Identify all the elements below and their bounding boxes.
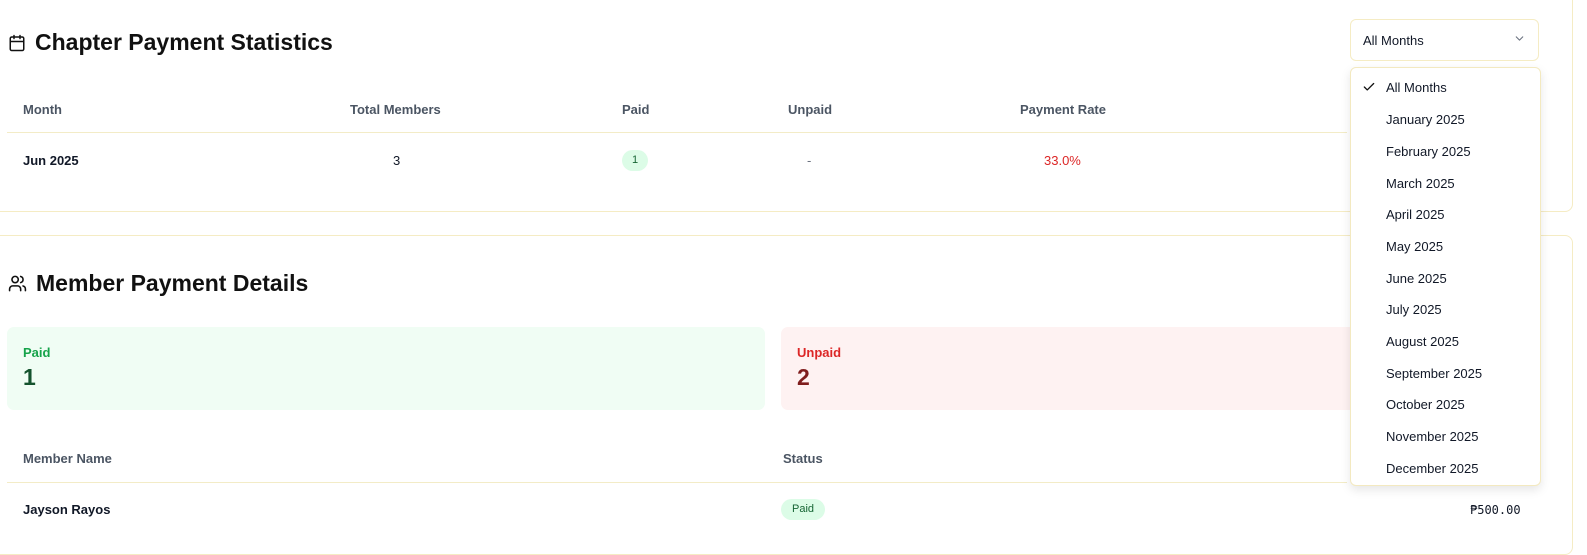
month-option-september[interactable]: September 2025 <box>1351 358 1540 388</box>
month-option-march[interactable]: March 2025 <box>1351 168 1540 198</box>
member-amount-cell: ₱500.00 <box>1470 503 1521 517</box>
stats-title-text: Chapter Payment Statistics <box>35 29 333 55</box>
month-option-february[interactable]: February 2025 <box>1351 136 1540 166</box>
month-option-label: April 2025 <box>1386 206 1445 222</box>
month-option-december[interactable]: December 2025 <box>1351 453 1540 483</box>
check-icon <box>1362 80 1376 97</box>
paid-summary-box: Paid 1 <box>7 327 765 410</box>
unpaid-summary-label: Unpaid <box>797 345 842 360</box>
col-unpaid: Unpaid <box>788 102 833 117</box>
month-option-label: March 2025 <box>1386 175 1455 191</box>
month-filter-select[interactable]: All Months <box>1350 19 1539 61</box>
month-option-october[interactable]: October 2025 <box>1351 389 1540 419</box>
member-name-cell: Jayson Rayos <box>23 502 111 517</box>
month-option-label: August 2025 <box>1386 333 1460 349</box>
month-filter-value: All Months <box>1363 32 1424 48</box>
members-title: Member Payment Details <box>8 270 308 297</box>
month-option-june[interactable]: June 2025 <box>1351 263 1540 293</box>
month-option-label: December 2025 <box>1386 460 1479 476</box>
month-filter-dropdown: All Months January 2025 February 2025 Ma… <box>1350 67 1541 486</box>
month-option-april[interactable]: April 2025 <box>1351 199 1540 229</box>
members-header-divider <box>7 482 1347 483</box>
calendar-icon <box>8 34 26 52</box>
member-status-badge: Paid <box>781 499 825 520</box>
unpaid-summary-count: 2 <box>797 364 810 390</box>
month-option-label: May 2025 <box>1386 238 1444 254</box>
unpaid-summary-box: Unpaid 2 <box>781 327 1421 410</box>
chevron-down-icon <box>1513 32 1526 48</box>
month-option-label: February 2025 <box>1386 143 1471 159</box>
col-month: Month <box>23 102 62 117</box>
members-title-text: Member Payment Details <box>36 270 309 296</box>
stats-header-divider <box>7 132 1347 133</box>
users-icon <box>8 274 27 293</box>
month-option-may[interactable]: May 2025 <box>1351 231 1540 261</box>
month-option-august[interactable]: August 2025 <box>1351 326 1540 356</box>
paid-summary-count: 1 <box>23 364 36 390</box>
col-total-members: Total Members <box>350 102 441 117</box>
month-option-label: All Months <box>1386 79 1447 95</box>
col-payment-rate: Payment Rate <box>1020 102 1106 117</box>
stats-paid-badge: 1 <box>622 150 648 171</box>
stats-unpaid-cell: - <box>807 153 812 168</box>
col-status: Status <box>783 451 823 466</box>
col-member-name: Member Name <box>23 451 112 466</box>
stats-rate-cell: 33.0% <box>1044 153 1081 168</box>
stats-total-cell: 3 <box>393 153 401 168</box>
month-option-label: September 2025 <box>1386 365 1483 381</box>
month-option-label: June 2025 <box>1386 270 1447 286</box>
month-option-july[interactable]: July 2025 <box>1351 294 1540 324</box>
stats-month-cell: Jun 2025 <box>23 153 79 168</box>
month-option-january[interactable]: January 2025 <box>1351 104 1540 134</box>
month-option-november[interactable]: November 2025 <box>1351 421 1540 451</box>
col-paid: Paid <box>622 102 650 117</box>
paid-summary-label: Paid <box>23 345 51 360</box>
month-option-all[interactable]: All Months <box>1351 72 1540 102</box>
month-option-label: November 2025 <box>1386 428 1479 444</box>
month-option-label: July 2025 <box>1386 301 1442 317</box>
stats-title: Chapter Payment Statistics <box>8 29 333 56</box>
month-option-label: January 2025 <box>1386 111 1465 127</box>
month-option-label: October 2025 <box>1386 396 1465 412</box>
